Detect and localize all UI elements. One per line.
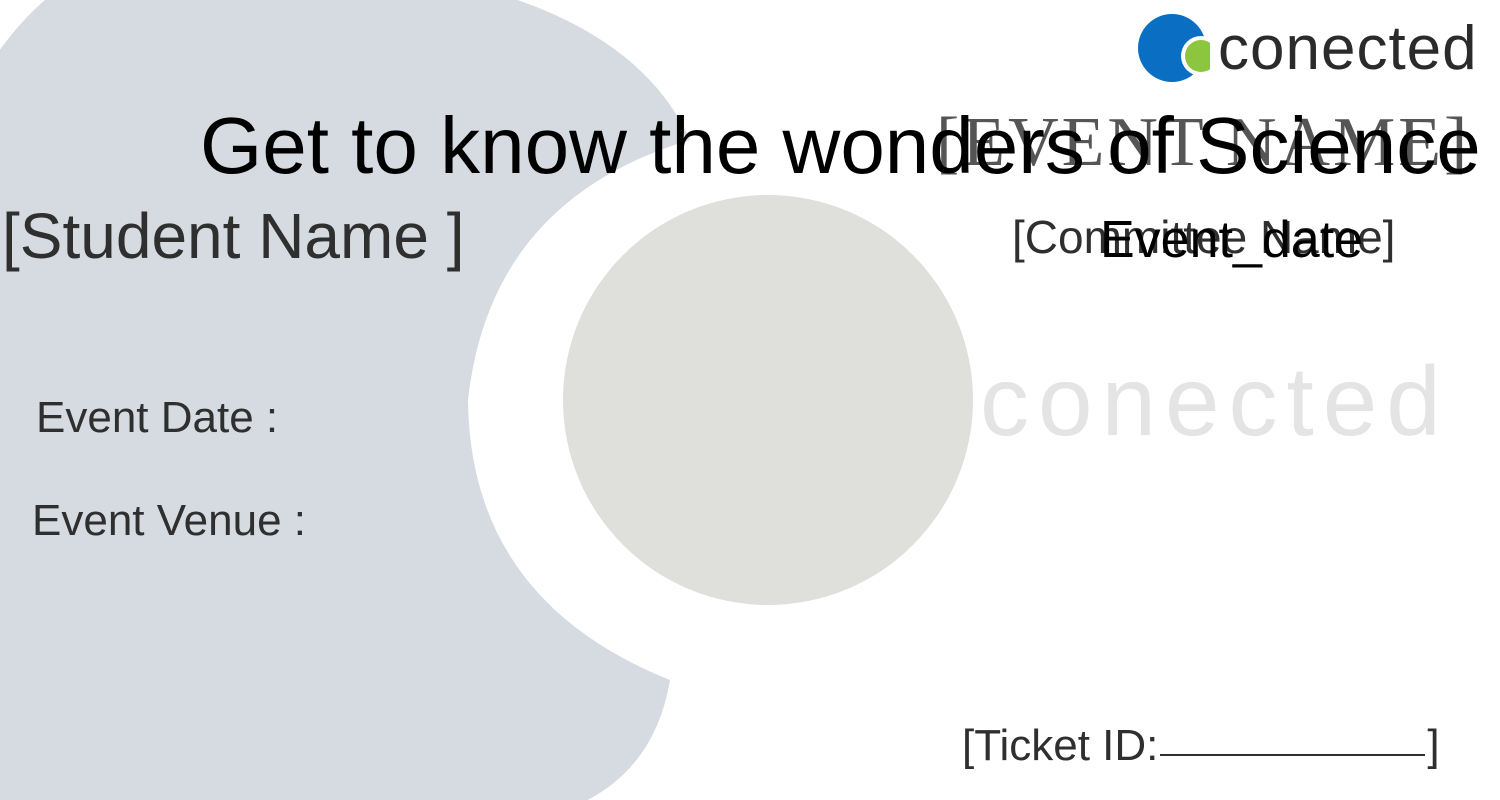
brand-watermark: conected: [980, 346, 1450, 456]
ticket-id-field: [Ticket ID: ]: [962, 721, 1440, 770]
ticket-id-blank-line: [1160, 753, 1426, 756]
center-grey-circle: [563, 195, 973, 605]
conected-logo-icon: [1138, 14, 1210, 82]
event-headline: Get to know the wonders of Science: [200, 101, 1481, 190]
event-venue-label: Event Venue :: [32, 496, 306, 545]
brand-wordmark: conected: [1218, 14, 1478, 83]
event-date-label: Event Date :: [36, 393, 279, 442]
student-name-placeholder: [Student Name ]: [2, 200, 465, 272]
ticket-id-label: [Ticket ID:: [962, 721, 1159, 770]
event-date-value: Event_date: [1100, 211, 1364, 269]
ticket-id-close-bracket: ]: [1427, 721, 1440, 770]
